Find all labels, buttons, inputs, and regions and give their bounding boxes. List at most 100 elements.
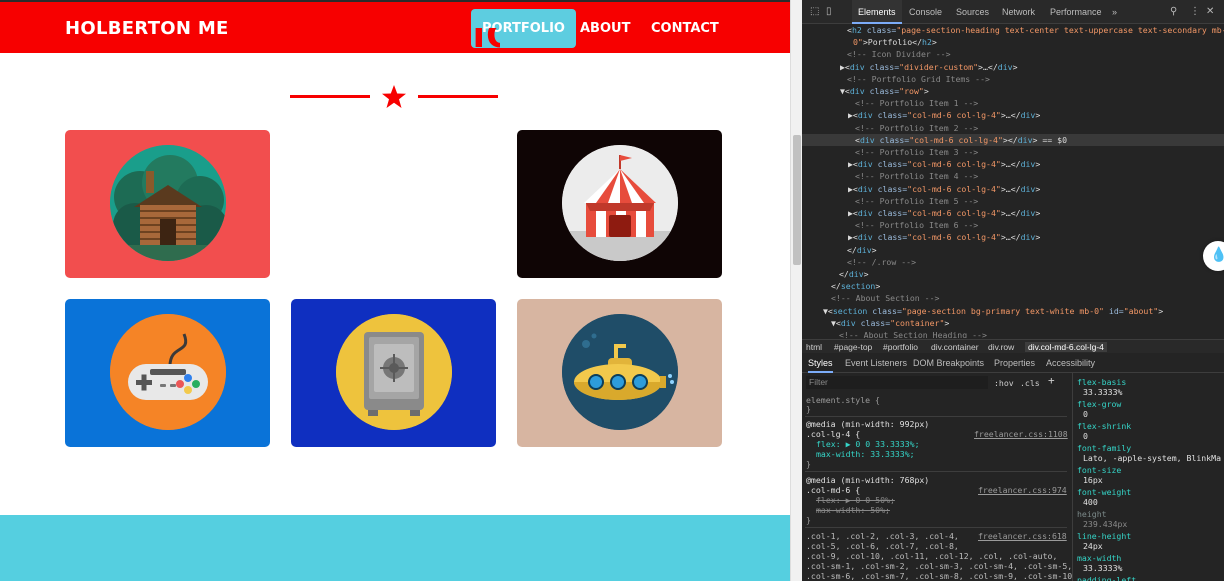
dom-token: "divider-custom" [899,61,979,72]
dom-node[interactable]: </div> [839,268,869,280]
more-tabs-button[interactable]: » [1112,0,1117,24]
source-link-1108[interactable]: freelancer.css:1108 [974,429,1068,439]
brand-logo[interactable]: HOLBERTON ME [65,18,229,39]
prop-maxwidth-md-overridden[interactable]: max-width: 50%; [816,505,890,515]
dom-node[interactable]: <!-- Portfolio Item 3 --> [855,146,978,158]
media-query-992: @media (min-width: 992px) [806,419,930,429]
breadcrumb-item[interactable]: #portfolio [883,342,918,352]
dom-token: div [1020,232,1036,243]
dom-node[interactable]: 0">Portfolio</h2> [853,36,937,48]
scrollbar-thumb[interactable] [793,135,801,265]
dom-token: <!-- Portfolio Grid Items --> [847,73,990,84]
portfolio-item-submarine[interactable] [517,299,722,447]
about-section-band [0,515,790,581]
dom-node[interactable]: ▶<div class="col-md-6 col-lg-4">…</div> [848,109,1040,121]
dom-node[interactable]: <!-- Icon Divider --> [847,48,951,60]
tab-sources[interactable]: Sources [956,0,989,24]
tab-performance[interactable]: Performance [1050,0,1102,24]
portfolio-item-circus-tent[interactable] [517,130,722,278]
dom-token: <!-- About Section --> [831,293,940,304]
computed-prop[interactable]: height [1077,509,1107,519]
dom-node[interactable]: <!-- Portfolio Item 4 --> [855,170,978,182]
dom-node[interactable]: <!-- /.row --> [847,256,916,268]
dom-node[interactable]: </div> [847,244,877,256]
prop-flex-md-overridden[interactable]: flex: ▶ 0 0 50%; [816,495,895,505]
portfolio-item-game-controller[interactable] [65,299,270,447]
source-link-618[interactable]: freelancer.css:618 [978,531,1067,541]
page-scrollbar[interactable] [790,0,802,581]
prop-flex-lg[interactable]: flex: ▶ 0 0 33.3333%; [816,439,920,449]
styles-filter-input[interactable]: Filter [806,376,988,389]
dom-token: class= [872,110,908,121]
source-link-974[interactable]: freelancer.css:974 [978,485,1067,495]
computed-prop[interactable]: line-height [1077,531,1131,541]
dom-node-selected[interactable]: <div class="col-md-6 col-lg-4"></div> ==… [802,133,1224,146]
nav-contact[interactable]: CONTACT [640,9,730,48]
rule-divider [805,527,1067,528]
computed-prop[interactable]: font-weight [1077,487,1131,497]
grid-selector-line-4: .col-sm-1, .col-sm-2, .col-sm-3, .col-sm… [806,561,1072,571]
new-rule-button[interactable]: + [1048,375,1055,386]
dom-node[interactable]: <!-- Portfolio Item 5 --> [855,195,978,207]
dom-node[interactable]: </section> [831,280,880,292]
dom-node[interactable]: <h2 class="page-section-heading text-cen… [847,24,1224,36]
close-icon[interactable]: ✕ [1206,6,1214,17]
dom-token: div [857,183,873,194]
dom-node[interactable]: ▶<div class="col-md-6 col-lg-4">…</div> [848,158,1040,170]
dom-node[interactable]: ▼<section class="page-section bg-primary… [823,305,1163,317]
icon-divider [290,84,498,110]
subtab-accessibility[interactable]: Accessibility [1046,358,1095,368]
inspect-element-icon[interactable]: ⬚ [810,6,819,17]
dom-node[interactable]: <!-- About Section --> [831,292,939,304]
computed-prop[interactable]: flex-shrink [1077,421,1131,431]
subtab-dom-breakpoints[interactable]: DOM Breakpoints [913,358,984,368]
breadcrumb-item[interactable]: #page-top [834,342,872,352]
breadcrumb-item[interactable]: html [806,342,822,352]
dom-node[interactable]: ▶<div class="col-md-6 col-lg-4">…</div> [848,183,1040,195]
breadcrumb-item[interactable]: div.row [988,342,1014,352]
dom-token: ▶< [840,61,850,72]
breadcrumb-item[interactable]: div.container [931,342,979,352]
subtab-properties[interactable]: Properties [994,358,1035,368]
dom-token: class= [855,317,891,328]
cls-toggle[interactable]: .cls [1020,378,1040,388]
dom-token: ▶< [848,110,858,121]
dom-node[interactable]: <!-- Portfolio Item 1 --> [855,97,978,109]
device-toolbar-icon[interactable]: ▯ [826,6,832,17]
customize-icon[interactable]: ⚲ [1170,6,1177,17]
tab-elements[interactable]: Elements [852,0,902,24]
nav-about[interactable]: ABOUT [569,9,641,48]
computed-prop[interactable]: flex-basis [1077,377,1126,387]
kebab-menu-icon[interactable]: ⋮ [1190,6,1200,17]
dom-token: </ [839,269,849,279]
dom-node[interactable]: ▼<div class="container"> [831,317,949,329]
dom-node[interactable]: <!-- Portfolio Grid Items --> [847,73,990,85]
dom-token: >…</ [1000,208,1021,218]
dom-node[interactable]: ▼<div class="row"> [840,85,929,97]
computed-prop[interactable]: flex-grow [1077,399,1121,409]
portfolio-item-cabin[interactable] [65,130,270,278]
dom-node[interactable]: ▶<div class="divider-custom">…</div> [840,61,1018,73]
dom-node[interactable]: ▶<div class="col-md-6 col-lg-4">…</div> [848,231,1040,243]
dom-node[interactable]: <!-- About Section Heading --> [839,329,987,338]
dom-node[interactable]: ▶<div class="col-md-6 col-lg-4">…</div> [848,207,1040,219]
section-heading-clip: PORTFOLIO [290,28,500,54]
breadcrumb-item[interactable]: div.col-md-6.col-lg-4 [1025,342,1107,352]
dom-token: >…</ [1000,159,1021,170]
dom-token: class= [867,305,902,316]
computed-value: 33.3333% [1083,563,1123,573]
tab-network[interactable]: Network [1002,0,1035,24]
subtab-styles[interactable]: Styles [808,358,833,373]
dom-node[interactable]: <!-- Portfolio Item 6 --> [855,219,978,231]
subtab-event-listeners[interactable]: Event Listeners [845,358,907,368]
tab-console[interactable]: Console [909,0,942,24]
computed-prop[interactable]: padding-left [1077,575,1136,581]
hov-toggle[interactable]: :hov [994,378,1014,388]
portfolio-item-safe[interactable] [291,299,496,447]
computed-prop[interactable]: font-size [1077,465,1121,475]
computed-value: 0 [1083,431,1088,441]
computed-prop[interactable]: font-family [1077,443,1131,453]
computed-prop[interactable]: max-width [1077,553,1121,563]
dom-node[interactable]: <!-- Portfolio Item 2 --> [855,122,978,134]
prop-maxwidth-lg[interactable]: max-width: 33.3333%; [816,449,915,459]
